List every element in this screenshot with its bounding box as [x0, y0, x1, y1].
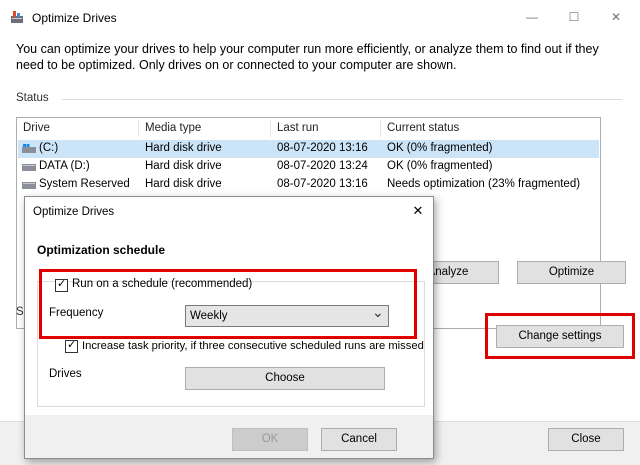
- main-title-bar: Optimize Drives — ☐ ✕: [0, 0, 640, 36]
- drives-label: Drives: [49, 368, 82, 380]
- optimization-schedule-heading: Optimization schedule: [37, 243, 166, 257]
- table-row[interactable]: (C:) Hard disk drive 08-07-2020 13:16 OK…: [18, 140, 599, 158]
- drive-name: System Reserved: [39, 178, 130, 190]
- maximize-button[interactable]: ☐: [556, 6, 592, 28]
- column-header-current-status[interactable]: Current status: [387, 122, 459, 134]
- column-separator: [138, 120, 139, 137]
- drive-name: (C:): [39, 142, 59, 154]
- highlight-schedule-frequency: [39, 269, 417, 339]
- drive-icon: [22, 182, 36, 189]
- windows-drive-icon: [22, 144, 36, 153]
- drive-name: DATA (D:): [39, 160, 90, 172]
- optimization-schedule-dialog: Optimize Drives ✕ Optimization schedule …: [24, 196, 434, 459]
- current-status: OK (0% fragmented): [387, 160, 493, 172]
- increase-priority-checkbox[interactable]: ✓: [65, 339, 78, 353]
- column-separator: [270, 120, 271, 137]
- close-window-button[interactable]: ✕: [598, 6, 634, 28]
- last-run: 08-07-2020 13:16: [277, 178, 368, 190]
- optimize-drives-app-icon: [11, 11, 23, 23]
- close-button[interactable]: Close: [548, 428, 624, 451]
- optimize-button[interactable]: Optimize: [517, 261, 626, 284]
- table-row[interactable]: DATA (D:) Hard disk drive 08-07-2020 13:…: [18, 158, 599, 176]
- choose-drives-button[interactable]: Choose: [185, 367, 385, 390]
- media-type: Hard disk drive: [145, 142, 222, 154]
- intro-text: You can optimize your drives to help you…: [16, 42, 599, 72]
- current-status: OK (0% fragmented): [387, 142, 493, 154]
- drive-icon: [22, 164, 36, 171]
- minimize-button[interactable]: —: [514, 6, 550, 28]
- media-type: Hard disk drive: [145, 178, 222, 190]
- column-separator: [380, 120, 381, 137]
- ok-button[interactable]: OK: [232, 428, 308, 451]
- last-run: 08-07-2020 13:16: [277, 142, 368, 154]
- last-run: 08-07-2020 13:24: [277, 160, 368, 172]
- cancel-button[interactable]: Cancel: [321, 428, 397, 451]
- media-type: Hard disk drive: [145, 160, 222, 172]
- column-header-drive[interactable]: Drive: [23, 122, 50, 134]
- window-title: Optimize Drives: [32, 11, 117, 25]
- dialog-close-icon[interactable]: ✕: [407, 201, 429, 221]
- highlight-change-settings: [485, 313, 635, 359]
- status-divider: [62, 99, 622, 100]
- current-status: Needs optimization (23% fragmented): [387, 178, 581, 190]
- increase-priority-label: Increase task priority, if three consecu…: [82, 340, 424, 352]
- column-header-media-type[interactable]: Media type: [145, 122, 201, 134]
- checkmark-icon: ✓: [67, 339, 77, 351]
- table-row[interactable]: System Reserved Hard disk drive 08-07-20…: [18, 176, 599, 194]
- dialog-title: Optimize Drives: [33, 206, 115, 218]
- status-label: Status: [16, 92, 49, 104]
- column-header-last-run[interactable]: Last run: [277, 122, 319, 134]
